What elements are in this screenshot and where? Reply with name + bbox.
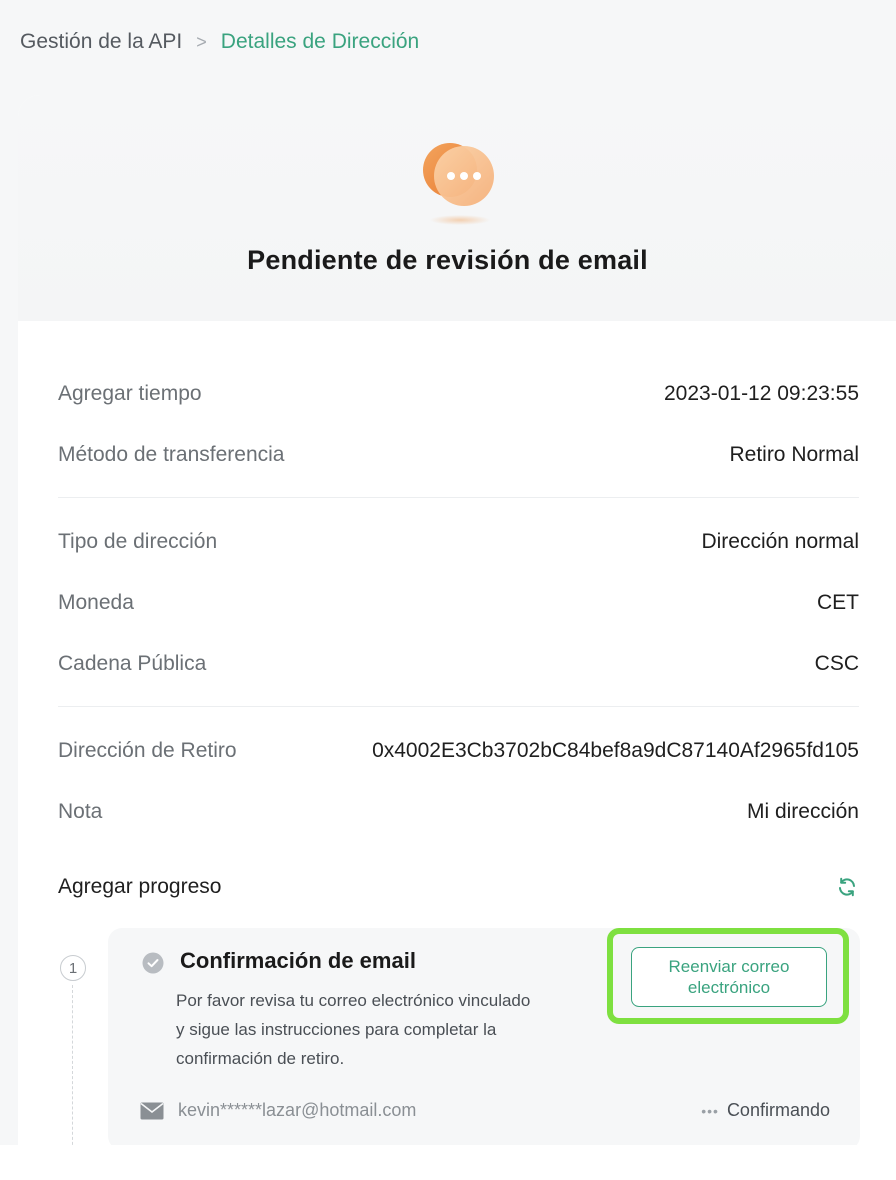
detail-row-note: Nota Mi dirección	[58, 781, 859, 842]
progress-title: Agregar progreso	[58, 875, 222, 898]
detail-label: Dirección de Retiro	[58, 738, 237, 762]
bottom-strip	[0, 1145, 896, 1180]
status-header: Pendiente de revisión de email	[18, 95, 896, 321]
refresh-icon[interactable]	[835, 875, 859, 899]
detail-row-address-type: Tipo de dirección Dirección normal	[58, 511, 859, 572]
detail-label: Nota	[58, 799, 103, 823]
bound-email: kevin******lazar@hotmail.com	[178, 1100, 417, 1120]
withdraw-address-value: 0x4002E3Cb3702bC84bef8a9dC87140Af2965fd1…	[372, 738, 859, 762]
detail-value: Dirección normal	[701, 529, 859, 553]
breadcrumb-separator: >	[196, 32, 207, 52]
step-description-line: Por favor revisa tu correo electrónico v…	[176, 991, 531, 1010]
detail-label: Moneda	[58, 590, 134, 614]
detail-row-chain: Cadena Pública CSC	[58, 633, 859, 694]
detail-value: Retiro Normal	[729, 442, 859, 466]
detail-row-transfer-method: Método de transferencia Retiro Normal	[58, 424, 859, 485]
email-confirmation-step: Confirmación de email Por favor revisa t…	[108, 928, 860, 1145]
step-description-line: confirmación de retiro.	[176, 1049, 345, 1068]
email-status-row: kevin******lazar@hotmail.com ••• Confirm…	[140, 1100, 830, 1121]
pending-dots-icon	[423, 143, 494, 225]
step-description: Por favor revisa tu correo electrónico v…	[176, 986, 616, 1073]
detail-row-add-time: Agregar tiempo 2023-01-12 09:23:55	[58, 363, 859, 424]
page: Gestión de la API > Detalles de Direcció…	[0, 0, 896, 1180]
status-title: Pendiente de revisión de email	[247, 245, 648, 275]
detail-row-withdraw-address: Dirección de Retiro 0x4002E3Cb3702bC84be…	[58, 720, 859, 781]
check-circle-icon	[142, 952, 164, 974]
step-title: Confirmación de email	[180, 948, 416, 973]
detail-label: Agregar tiempo	[58, 381, 202, 405]
step-number: 1	[60, 955, 86, 981]
detail-label: Cadena Pública	[58, 651, 207, 675]
confirmation-status: ••• Confirmando	[701, 1100, 830, 1121]
loading-dots-icon: •••	[701, 1102, 719, 1119]
progress-header: Agregar progreso	[58, 875, 859, 899]
detail-row-currency: Moneda CET	[58, 572, 859, 633]
breadcrumb: Gestión de la API > Detalles de Direcció…	[20, 28, 419, 56]
detail-value: CSC	[814, 651, 859, 675]
detail-value: CET	[817, 590, 859, 614]
address-details-card: Pendiente de revisión de email Agregar t…	[18, 95, 896, 1145]
divider	[58, 497, 859, 498]
status-text: Confirmando	[726, 1100, 830, 1120]
resend-email-button[interactable]: Reenviar correo electrónico	[631, 947, 827, 1007]
divider	[58, 706, 859, 707]
breadcrumb-address-details: Detalles de Dirección	[220, 30, 420, 53]
step-description-line: y sigue las instrucciones para completar…	[176, 1020, 497, 1039]
detail-label: Tipo de dirección	[58, 529, 218, 553]
email-info: kevin******lazar@hotmail.com	[140, 1100, 416, 1121]
breadcrumb-api-management[interactable]: Gestión de la API	[20, 28, 182, 56]
detail-value: 2023-01-12 09:23:55	[664, 381, 859, 405]
mail-icon	[140, 1102, 164, 1119]
detail-label: Método de transferencia	[58, 442, 285, 466]
step-connector	[72, 985, 73, 1145]
detail-value: Mi dirección	[746, 799, 859, 823]
details-list: Agregar tiempo 2023-01-12 09:23:55 Métod…	[58, 363, 859, 842]
